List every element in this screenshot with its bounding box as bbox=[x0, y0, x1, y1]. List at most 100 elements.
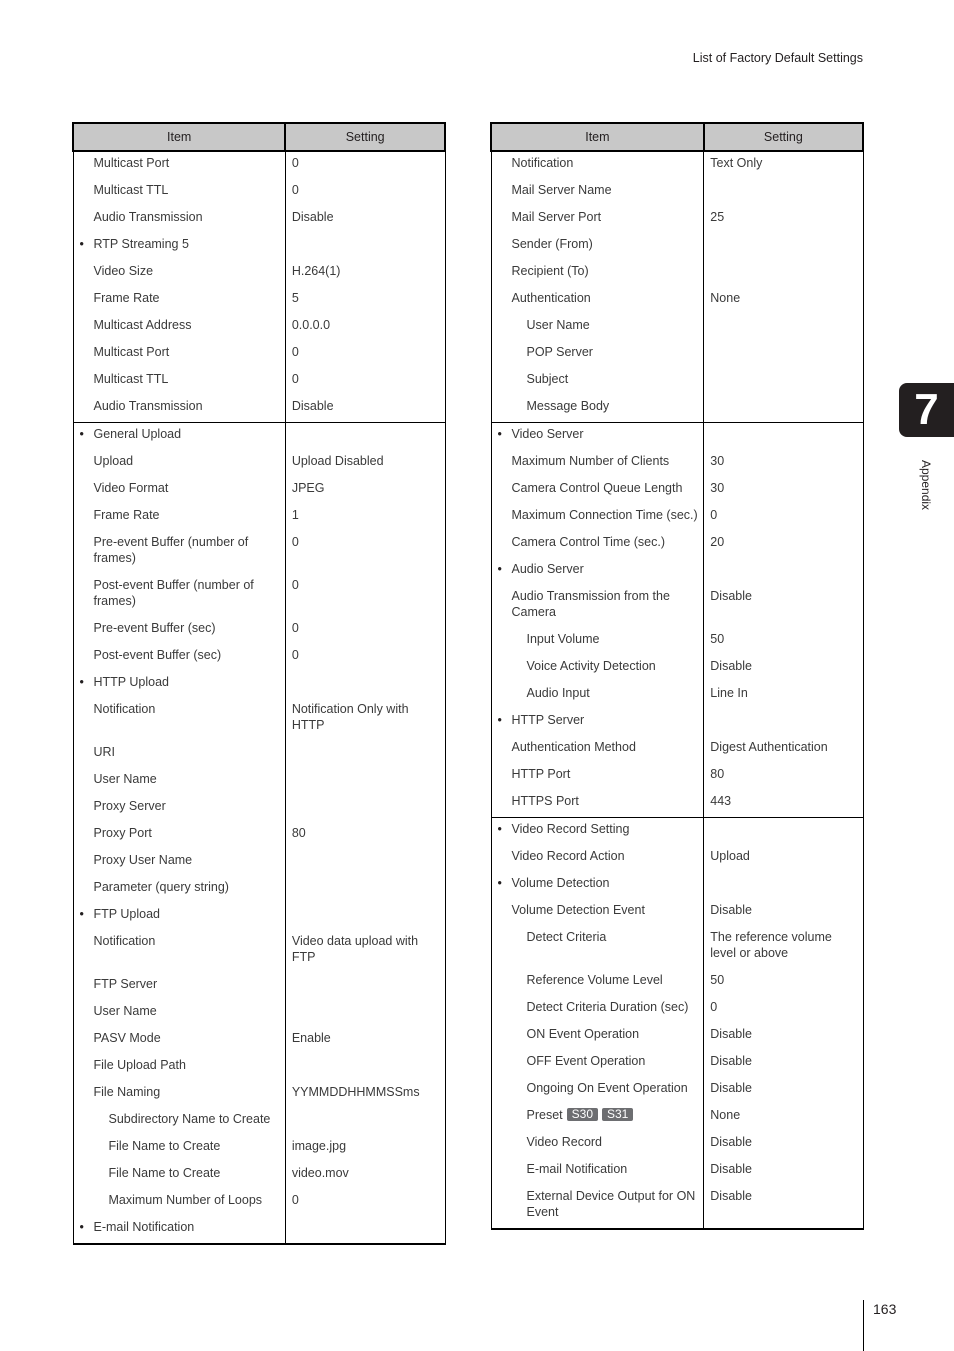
item-cell: Post-event Buffer (sec) bbox=[72, 644, 286, 671]
item-label: Input Volume bbox=[526, 632, 600, 646]
table-row: Multicast Address 0.0.0.0 bbox=[72, 314, 446, 341]
table-row: OFF Event Operation Disable bbox=[490, 1050, 864, 1077]
table-row: Authentication None bbox=[490, 287, 864, 314]
item-label: Parameter (query string) bbox=[93, 880, 229, 894]
setting-cell: Disable bbox=[703, 1185, 864, 1230]
setting-cell bbox=[703, 314, 864, 341]
table-row: Sender (From) bbox=[490, 233, 864, 260]
item-label: E-mail Notification bbox=[526, 1162, 628, 1176]
table-row: Maximum Number of Clients 30 bbox=[490, 450, 864, 477]
table-row: Subject bbox=[490, 368, 864, 395]
item-label: Sender (From) bbox=[511, 237, 593, 251]
setting-value bbox=[286, 876, 445, 903]
item-label: Multicast TTL bbox=[93, 183, 169, 197]
setting-cell bbox=[703, 233, 864, 260]
item-label: ON Event Operation bbox=[526, 1027, 640, 1041]
table-row: Reference Volume Level 50 bbox=[490, 969, 864, 996]
table-row: URI bbox=[72, 741, 446, 768]
chapter-tab[interactable]: 7 bbox=[899, 383, 954, 437]
item-label: Notification bbox=[511, 156, 574, 170]
item-label: User Name bbox=[526, 318, 590, 332]
item-label: Camera Control Time (sec.) bbox=[511, 535, 666, 549]
setting-value bbox=[286, 903, 445, 930]
item-cell: Multicast TTL bbox=[72, 179, 286, 206]
item-cell: Maximum Number of Loops bbox=[72, 1189, 286, 1216]
item-label: Audio Transmission bbox=[93, 399, 203, 413]
item-label: Authentication Method bbox=[511, 740, 636, 754]
table-row: User Name bbox=[72, 1000, 446, 1027]
item-label: Audio Transmission from the Camera bbox=[511, 589, 670, 619]
setting-value: 0 bbox=[291, 578, 299, 592]
table-row: Notification Notification Only with HTTP bbox=[72, 698, 446, 741]
item-label: Proxy User Name bbox=[93, 853, 193, 867]
table-row: HTTPS Port 443 bbox=[490, 790, 864, 818]
item-cell: Notification bbox=[72, 698, 286, 741]
table-row: Video Server bbox=[490, 422, 864, 450]
table-row: User Name bbox=[72, 768, 446, 795]
item-label: File Naming bbox=[93, 1085, 161, 1099]
item-cell: Maximum Connection Time (sec.) bbox=[490, 504, 705, 531]
item-cell: POP Server bbox=[490, 341, 705, 368]
item-label: Pre-event Buffer (number of frames) bbox=[93, 535, 249, 565]
table-row: E-mail Notification bbox=[72, 1216, 446, 1245]
table-row: Detect Criteria The reference volume leve… bbox=[490, 926, 864, 969]
item-label: External Device Output for ON Event bbox=[526, 1189, 696, 1219]
table-row: POP Server bbox=[490, 341, 864, 368]
setting-value: video.mov bbox=[291, 1166, 349, 1180]
setting-cell bbox=[284, 233, 446, 260]
setting-value bbox=[704, 709, 862, 736]
table-row: Multicast TTL 0 bbox=[72, 368, 446, 395]
item-label: Frame Rate bbox=[93, 508, 160, 522]
page-number: 163 bbox=[873, 1301, 897, 1317]
item-label: User Name bbox=[93, 1004, 157, 1018]
item-cell: Mail Server Port bbox=[490, 206, 705, 233]
setting-value: None bbox=[710, 1108, 741, 1122]
setting-value: 0 bbox=[291, 621, 299, 635]
item-label: Volume Detection Event bbox=[511, 903, 645, 917]
setting-value: 0 bbox=[291, 648, 299, 662]
setting-cell: Disable bbox=[703, 585, 864, 628]
table-row: File Name to Create image.jpg bbox=[72, 1135, 446, 1162]
item-label: HTTPS Port bbox=[511, 794, 579, 808]
setting-cell: Video data upload with FTP bbox=[284, 930, 446, 973]
item-label: URI bbox=[93, 745, 116, 759]
table-row: File Naming YYMMDDHHMMSSms bbox=[72, 1081, 446, 1108]
table-row: Upload Upload Disabled bbox=[72, 450, 446, 477]
table-row: Proxy Port 80 bbox=[72, 822, 446, 849]
setting-value: 5 bbox=[291, 291, 299, 305]
setting-cell bbox=[703, 341, 864, 368]
setting-value: 0.0.0.0 bbox=[291, 318, 331, 332]
item-label: Multicast TTL bbox=[93, 372, 169, 386]
item-cell: File Upload Path bbox=[72, 1054, 286, 1081]
item-cell: Audio Transmission bbox=[72, 206, 286, 233]
item-label: Reference Volume Level bbox=[526, 973, 663, 987]
setting-cell bbox=[703, 368, 864, 395]
item-cell: Multicast TTL bbox=[72, 368, 286, 395]
table-row: Maximum Number of Loops 0 bbox=[72, 1189, 446, 1216]
table-row: Multicast Port 0 bbox=[72, 341, 446, 368]
item-label: Multicast Port bbox=[93, 345, 170, 359]
setting-cell: 0 bbox=[284, 151, 446, 179]
setting-cell: video.mov bbox=[284, 1162, 446, 1189]
item-label: POP Server bbox=[526, 345, 593, 359]
table-row: Pre-event Buffer (sec) 0 bbox=[72, 617, 446, 644]
item-label: Audio Transmission bbox=[93, 210, 203, 224]
table-row: HTTP Upload bbox=[72, 671, 446, 698]
setting-value bbox=[704, 395, 862, 422]
item-cell: Notification bbox=[490, 151, 705, 179]
table-header-row: Item Setting bbox=[490, 122, 865, 152]
page-number-rule bbox=[863, 1300, 864, 1351]
setting-value: Disable bbox=[291, 210, 334, 224]
item-cell: E-mail Notification bbox=[490, 1158, 705, 1185]
setting-value bbox=[286, 1216, 445, 1243]
section-heading-cell: Volume Detection bbox=[490, 872, 705, 899]
settings-table-left: Item Setting Multicast Port 0 Multicast TT… bbox=[71, 122, 446, 1245]
item-cell: Parameter (query string) bbox=[72, 876, 286, 903]
item-label: Multicast Address bbox=[93, 318, 192, 332]
setting-cell bbox=[703, 422, 864, 450]
setting-value: Digest Authentication bbox=[710, 740, 828, 754]
setting-cell bbox=[284, 1216, 446, 1245]
setting-cell: 0 bbox=[284, 574, 446, 617]
item-cell: File Name to Create bbox=[72, 1162, 286, 1189]
table-row: Video Format JPEG bbox=[72, 477, 446, 504]
